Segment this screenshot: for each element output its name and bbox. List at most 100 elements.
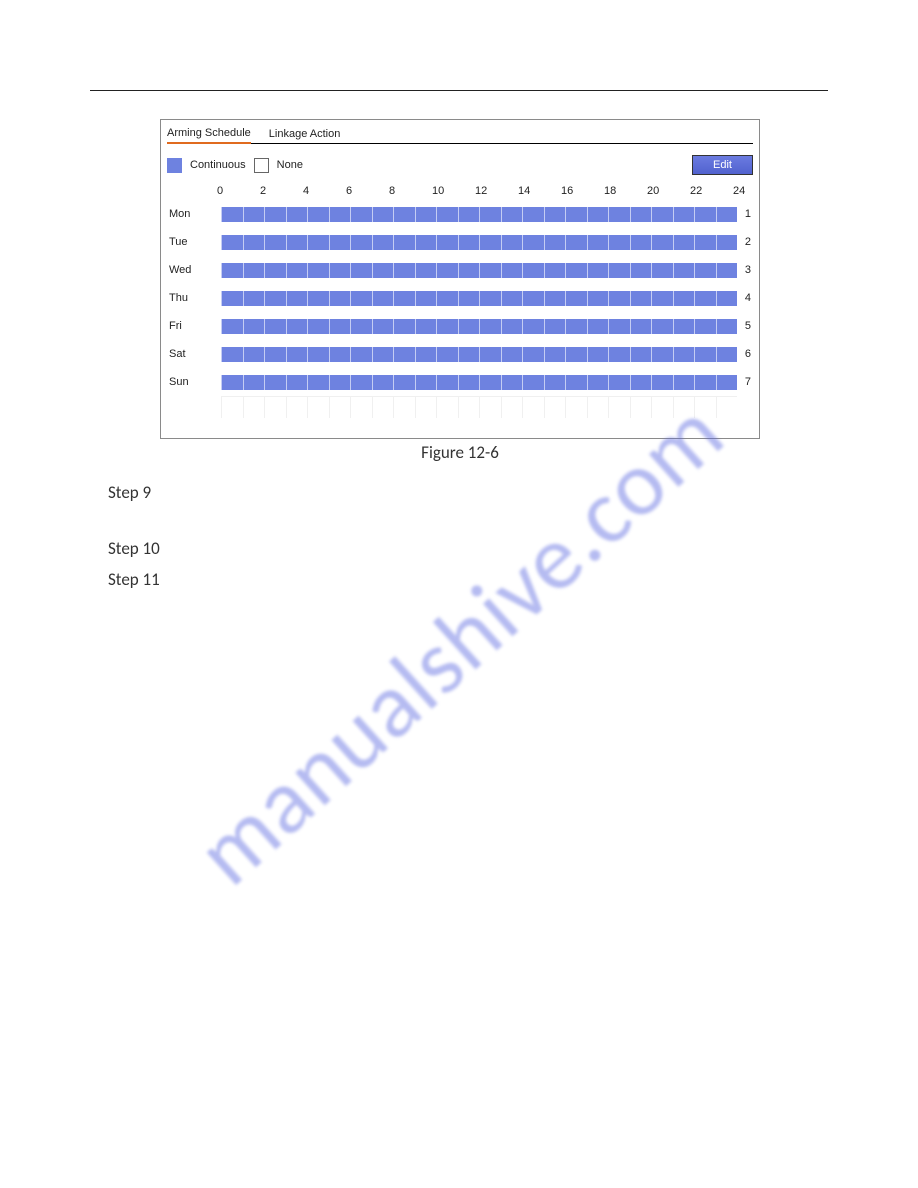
hour-cell[interactable]: [329, 319, 351, 334]
hour-cell[interactable]: [630, 347, 652, 362]
hour-cell[interactable]: [458, 347, 480, 362]
hour-cell[interactable]: [350, 207, 372, 222]
hour-cell[interactable]: [651, 291, 673, 306]
hour-cell[interactable]: [307, 207, 329, 222]
hour-cell[interactable]: [694, 375, 716, 390]
schedule-row[interactable]: Mon1: [167, 200, 753, 228]
hour-cell[interactable]: [307, 263, 329, 278]
hour-cell[interactable]: [286, 319, 308, 334]
schedule-row[interactable]: Sun7: [167, 368, 753, 396]
tab-arming-schedule[interactable]: Arming Schedule: [167, 127, 251, 144]
hour-cell[interactable]: [522, 319, 544, 334]
hour-cell[interactable]: [651, 263, 673, 278]
hour-cell[interactable]: [372, 207, 394, 222]
hour-cell[interactable]: [651, 347, 673, 362]
hour-cell[interactable]: [630, 291, 652, 306]
hour-cell[interactable]: [587, 319, 609, 334]
hour-cell[interactable]: [694, 319, 716, 334]
hour-cell[interactable]: [393, 291, 415, 306]
hour-cell[interactable]: [565, 319, 587, 334]
hour-cell[interactable]: [264, 207, 286, 222]
hour-cell[interactable]: [393, 207, 415, 222]
hour-cell[interactable]: [544, 235, 566, 250]
hour-cell[interactable]: [393, 347, 415, 362]
hour-cell[interactable]: [436, 207, 458, 222]
hour-cell[interactable]: [694, 263, 716, 278]
hour-cell[interactable]: [307, 347, 329, 362]
hour-cell[interactable]: [587, 291, 609, 306]
hour-cell[interactable]: [221, 263, 243, 278]
hour-cell[interactable]: [458, 235, 480, 250]
hour-cell[interactable]: [544, 347, 566, 362]
hour-cell[interactable]: [587, 207, 609, 222]
hour-cell[interactable]: [243, 319, 265, 334]
hour-cell[interactable]: [329, 207, 351, 222]
hour-cell[interactable]: [329, 291, 351, 306]
hour-cell[interactable]: [243, 207, 265, 222]
hour-cell[interactable]: [372, 263, 394, 278]
hour-cell[interactable]: [673, 291, 695, 306]
hour-cell[interactable]: [307, 319, 329, 334]
hour-cell[interactable]: [415, 347, 437, 362]
hour-cell[interactable]: [501, 291, 523, 306]
hour-cell[interactable]: [436, 235, 458, 250]
hour-cell[interactable]: [651, 207, 673, 222]
hour-cell[interactable]: [651, 235, 673, 250]
hour-cell[interactable]: [264, 347, 286, 362]
hour-cell[interactable]: [522, 235, 544, 250]
hour-cell[interactable]: [264, 375, 286, 390]
hour-cell[interactable]: [673, 207, 695, 222]
hour-cell[interactable]: [673, 375, 695, 390]
hour-cell[interactable]: [587, 263, 609, 278]
hour-cell[interactable]: [544, 319, 566, 334]
hour-cell[interactable]: [415, 291, 437, 306]
hour-cell[interactable]: [501, 263, 523, 278]
hour-cell[interactable]: [221, 291, 243, 306]
hour-cell[interactable]: [608, 375, 630, 390]
hour-cell[interactable]: [243, 347, 265, 362]
hour-cell[interactable]: [522, 291, 544, 306]
hour-cell[interactable]: [587, 347, 609, 362]
hour-cell[interactable]: [264, 235, 286, 250]
hour-cell[interactable]: [565, 235, 587, 250]
hour-cell[interactable]: [393, 235, 415, 250]
hour-cell[interactable]: [329, 263, 351, 278]
hour-cell[interactable]: [415, 319, 437, 334]
hour-cell[interactable]: [608, 291, 630, 306]
hour-cell[interactable]: [694, 347, 716, 362]
hour-cell[interactable]: [673, 263, 695, 278]
hour-cell[interactable]: [716, 319, 738, 334]
hour-cell[interactable]: [630, 207, 652, 222]
hour-cell[interactable]: [694, 235, 716, 250]
hour-cell[interactable]: [479, 291, 501, 306]
hour-cell[interactable]: [372, 319, 394, 334]
hour-cell[interactable]: [501, 347, 523, 362]
hour-cell[interactable]: [372, 347, 394, 362]
hour-cell[interactable]: [458, 319, 480, 334]
hour-cell[interactable]: [608, 263, 630, 278]
hour-cell[interactable]: [415, 263, 437, 278]
hour-cell[interactable]: [243, 291, 265, 306]
hour-cell[interactable]: [501, 207, 523, 222]
hour-cell[interactable]: [372, 375, 394, 390]
hour-cell[interactable]: [286, 235, 308, 250]
hour-cell[interactable]: [221, 375, 243, 390]
hour-cell[interactable]: [608, 347, 630, 362]
hour-cell[interactable]: [307, 375, 329, 390]
hour-cell[interactable]: [458, 375, 480, 390]
hour-cell[interactable]: [673, 235, 695, 250]
hour-cell[interactable]: [608, 207, 630, 222]
schedule-row[interactable]: Thu4: [167, 284, 753, 312]
hour-cell[interactable]: [329, 235, 351, 250]
hour-cell[interactable]: [587, 235, 609, 250]
hour-cell[interactable]: [221, 319, 243, 334]
hour-cell[interactable]: [522, 347, 544, 362]
hour-cell[interactable]: [436, 375, 458, 390]
hour-cell[interactable]: [479, 375, 501, 390]
hour-cell[interactable]: [286, 207, 308, 222]
hour-cell[interactable]: [479, 263, 501, 278]
hour-cell[interactable]: [415, 375, 437, 390]
hour-cell[interactable]: [458, 207, 480, 222]
hour-cell[interactable]: [479, 207, 501, 222]
hour-cell[interactable]: [415, 235, 437, 250]
